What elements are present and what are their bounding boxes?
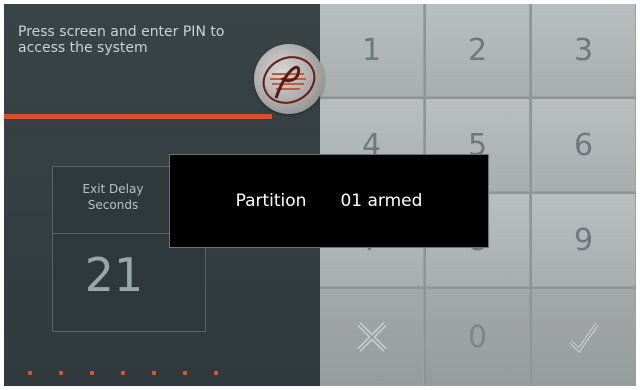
progress-dot <box>90 371 94 375</box>
progress-dot <box>121 371 125 375</box>
key-2[interactable]: 2 <box>426 4 530 97</box>
progress-dot <box>183 371 187 375</box>
alarm-panel-screen[interactable]: Press screen and enter PIN to access the… <box>4 4 636 386</box>
logo-icon <box>262 56 316 104</box>
exit-delay-label: Exit Delay Seconds <box>82 182 144 212</box>
clear-button[interactable] <box>320 289 424 386</box>
progress-dot <box>28 371 32 375</box>
progress-dot <box>59 371 63 375</box>
accent-bar <box>4 114 272 119</box>
key-3[interactable]: 3 <box>532 4 636 97</box>
progress-dots <box>28 371 218 375</box>
x-icon <box>356 322 387 352</box>
dialog-value: 01 armed <box>340 191 423 211</box>
enter-button[interactable] <box>532 289 636 386</box>
key-9[interactable]: 9 <box>532 194 636 287</box>
key-0[interactable]: 0 <box>426 289 530 386</box>
progress-dot <box>214 371 218 375</box>
key-1[interactable]: 1 <box>320 4 424 97</box>
partition-status-dialog: Partition 01 armed <box>169 154 489 248</box>
pin-prompt: Press screen and enter PIN to access the… <box>18 24 225 56</box>
progress-dot <box>152 371 156 375</box>
exit-delay-value: 21 <box>84 248 144 302</box>
key-6[interactable]: 6 <box>532 99 636 192</box>
check-icon <box>569 322 599 354</box>
brand-logo <box>254 44 324 114</box>
dialog-label: Partition <box>235 191 307 211</box>
